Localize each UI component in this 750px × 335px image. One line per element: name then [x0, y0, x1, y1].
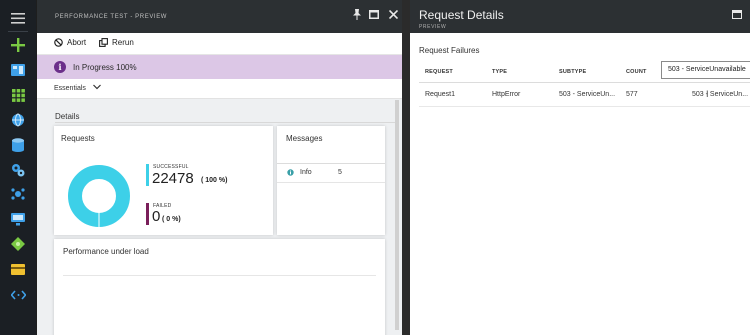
- globe-icon[interactable]: [9, 112, 27, 128]
- chart-gridline: [63, 275, 376, 276]
- subtype-filter-input[interactable]: 503 - ServiceUnavailable: [661, 61, 750, 79]
- pin-icon[interactable]: [350, 7, 364, 21]
- plus-icon[interactable]: [9, 37, 27, 53]
- grid-icon[interactable]: [9, 87, 27, 103]
- blade-header: PERFORMANCE TEST - PREVIEW: [37, 0, 402, 33]
- network-icon[interactable]: [9, 186, 27, 202]
- monitor-icon[interactable]: [9, 211, 27, 227]
- essentials-label: Essentials: [54, 85, 86, 92]
- status-banner: i In Progress 100%: [37, 55, 402, 79]
- close-icon[interactable]: [386, 7, 400, 21]
- cell-detail: 503 - ServiceUn...: [692, 91, 749, 98]
- card-icon[interactable]: [9, 261, 27, 277]
- messages-row-divider: [277, 182, 385, 183]
- info-circle-icon: [287, 169, 294, 176]
- performance-test-blade: PERFORMANCE TEST - PREVIEW Abort Rerun i…: [37, 0, 402, 335]
- hamburger-menu-icon[interactable]: [9, 10, 27, 26]
- details-divider: [55, 122, 395, 123]
- info-icon: i: [54, 61, 66, 73]
- performance-under-load-card[interactable]: Performance under load: [54, 239, 385, 335]
- successful-percent: ( 100 %): [201, 177, 228, 184]
- blade-divider: [402, 0, 410, 335]
- cell-count: 577: [626, 91, 638, 98]
- database-icon[interactable]: [9, 137, 27, 153]
- column-header-subtype[interactable]: SUBTYPE: [559, 69, 586, 75]
- nav-rail: [0, 0, 36, 335]
- status-text: In Progress 100%: [73, 63, 137, 72]
- rerun-button[interactable]: Rerun: [99, 38, 134, 47]
- cell-request: Request1: [425, 91, 455, 98]
- cell-subtype: 503 - ServiceUn...: [559, 91, 616, 98]
- maximize-icon[interactable]: [732, 10, 742, 19]
- blade-title: Request Details: [419, 8, 504, 22]
- gears-icon[interactable]: [9, 162, 27, 178]
- column-header-request[interactable]: REQUEST: [425, 69, 453, 75]
- successful-count: 22478: [152, 170, 194, 187]
- performance-under-load-title: Performance under load: [63, 247, 149, 256]
- requests-donut-chart: [68, 165, 130, 227]
- requests-title: Requests: [61, 134, 95, 143]
- essentials-toggle[interactable]: Essentials: [37, 79, 402, 99]
- request-failures-heading: Request Failures: [419, 46, 480, 55]
- chevron-down-icon: [93, 83, 101, 92]
- message-count: 5: [338, 169, 342, 176]
- failed-percent: ( 0 %): [162, 216, 181, 223]
- rerun-icon: [99, 38, 108, 47]
- cell-type: HttpError: [492, 91, 521, 98]
- message-row-info[interactable]: Info 5: [277, 164, 385, 182]
- messages-title: Messages: [286, 134, 323, 143]
- abort-label: Abort: [67, 38, 87, 47]
- abort-icon: [54, 38, 63, 47]
- blade-header: Request Details PREVIEW: [410, 0, 750, 33]
- request-details-blade: Request Details PREVIEW Request Failures…: [410, 0, 750, 335]
- maximize-icon[interactable]: [367, 7, 381, 21]
- failed-indicator: [146, 203, 149, 225]
- rerun-label: Rerun: [112, 38, 134, 47]
- failed-count: 0: [152, 208, 161, 225]
- table-header-divider: [419, 82, 750, 83]
- requests-card[interactable]: Requests SUCCESSFUL 22478 ( 100 %) FAILE…: [54, 126, 273, 235]
- table-row-divider: [419, 106, 750, 107]
- dashboard-icon[interactable]: [9, 62, 27, 78]
- code-icon[interactable]: [9, 287, 27, 303]
- puzzle-icon[interactable]: [9, 236, 27, 252]
- text-cursor-icon: I: [706, 89, 709, 99]
- successful-indicator: [146, 164, 149, 186]
- messages-card[interactable]: Messages Info 5: [277, 126, 385, 235]
- message-type: Info: [300, 169, 312, 176]
- command-toolbar: Abort Rerun: [37, 33, 402, 55]
- blade-title: PERFORMANCE TEST - PREVIEW: [55, 14, 168, 20]
- column-header-count[interactable]: COUNT: [626, 69, 647, 75]
- column-header-type[interactable]: TYPE: [492, 69, 507, 75]
- details-heading: Details: [55, 112, 80, 121]
- blade-subtitle: PREVIEW: [419, 24, 447, 30]
- abort-button[interactable]: Abort: [54, 38, 86, 47]
- blade-scrollbar[interactable]: [395, 100, 399, 330]
- nav-divider: [8, 31, 28, 32]
